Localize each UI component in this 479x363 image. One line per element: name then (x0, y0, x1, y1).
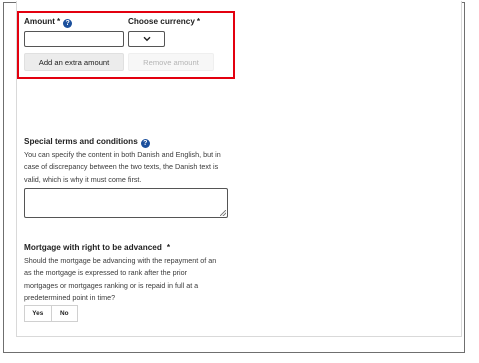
special-terms-help-line: valid, which is why it must come first. (24, 174, 142, 184)
special-terms-help-line: case of discrepancy between the two text… (24, 162, 219, 172)
resize-grip-icon[interactable] (220, 210, 226, 216)
yes-no-toggle: Yes No (24, 305, 78, 322)
amount-label: Amount (24, 17, 55, 26)
yes-button[interactable]: Yes (25, 306, 51, 321)
no-button[interactable]: No (50, 306, 78, 321)
mortgage-help-line: predetermined point in time? (24, 293, 116, 303)
special-terms-help-line: You can specify the content in both Dani… (24, 150, 221, 159)
remove-amount-button[interactable]: Remove amount (128, 53, 214, 71)
currency-select[interactable] (128, 31, 165, 47)
currency-label: Choose currency (128, 17, 195, 26)
mortgage-required-mark: * (166, 243, 171, 252)
add-extra-amount-button[interactable]: Add an extra amount (24, 53, 124, 71)
special-terms-label: Special terms and conditions (24, 137, 138, 146)
question-circle-icon[interactable]: ? (63, 19, 73, 28)
special-terms-help: You can specify the content in both Dani… (24, 149, 221, 186)
currency-label-row: Choose currency * (128, 17, 200, 26)
mortgage-help-line: mortgages or mortgages ranking or is rep… (24, 280, 199, 290)
chevron-down-icon (143, 34, 151, 44)
mortgage-label-row: Mortgage with right to be advanced * (24, 243, 170, 252)
amount-required-mark: * (56, 17, 61, 26)
mortgage-help: Should the mortgage be advancing with th… (24, 255, 216, 305)
amount-label-row: Amount *? (24, 17, 73, 28)
currency-required-mark: * (196, 17, 201, 26)
special-terms-label-row: Special terms and conditions? (24, 137, 150, 148)
mortgage-advance-label: Mortgage with right to be advanced (24, 243, 162, 252)
special-terms-textarea[interactable] (24, 188, 228, 218)
question-circle-icon[interactable]: ? (140, 139, 150, 148)
mortgage-help-line: Should the mortgage be advancing with th… (24, 256, 217, 265)
mortgage-help-line: as the mortgage is expressed to rank aft… (24, 268, 187, 278)
amount-input[interactable] (24, 31, 124, 47)
